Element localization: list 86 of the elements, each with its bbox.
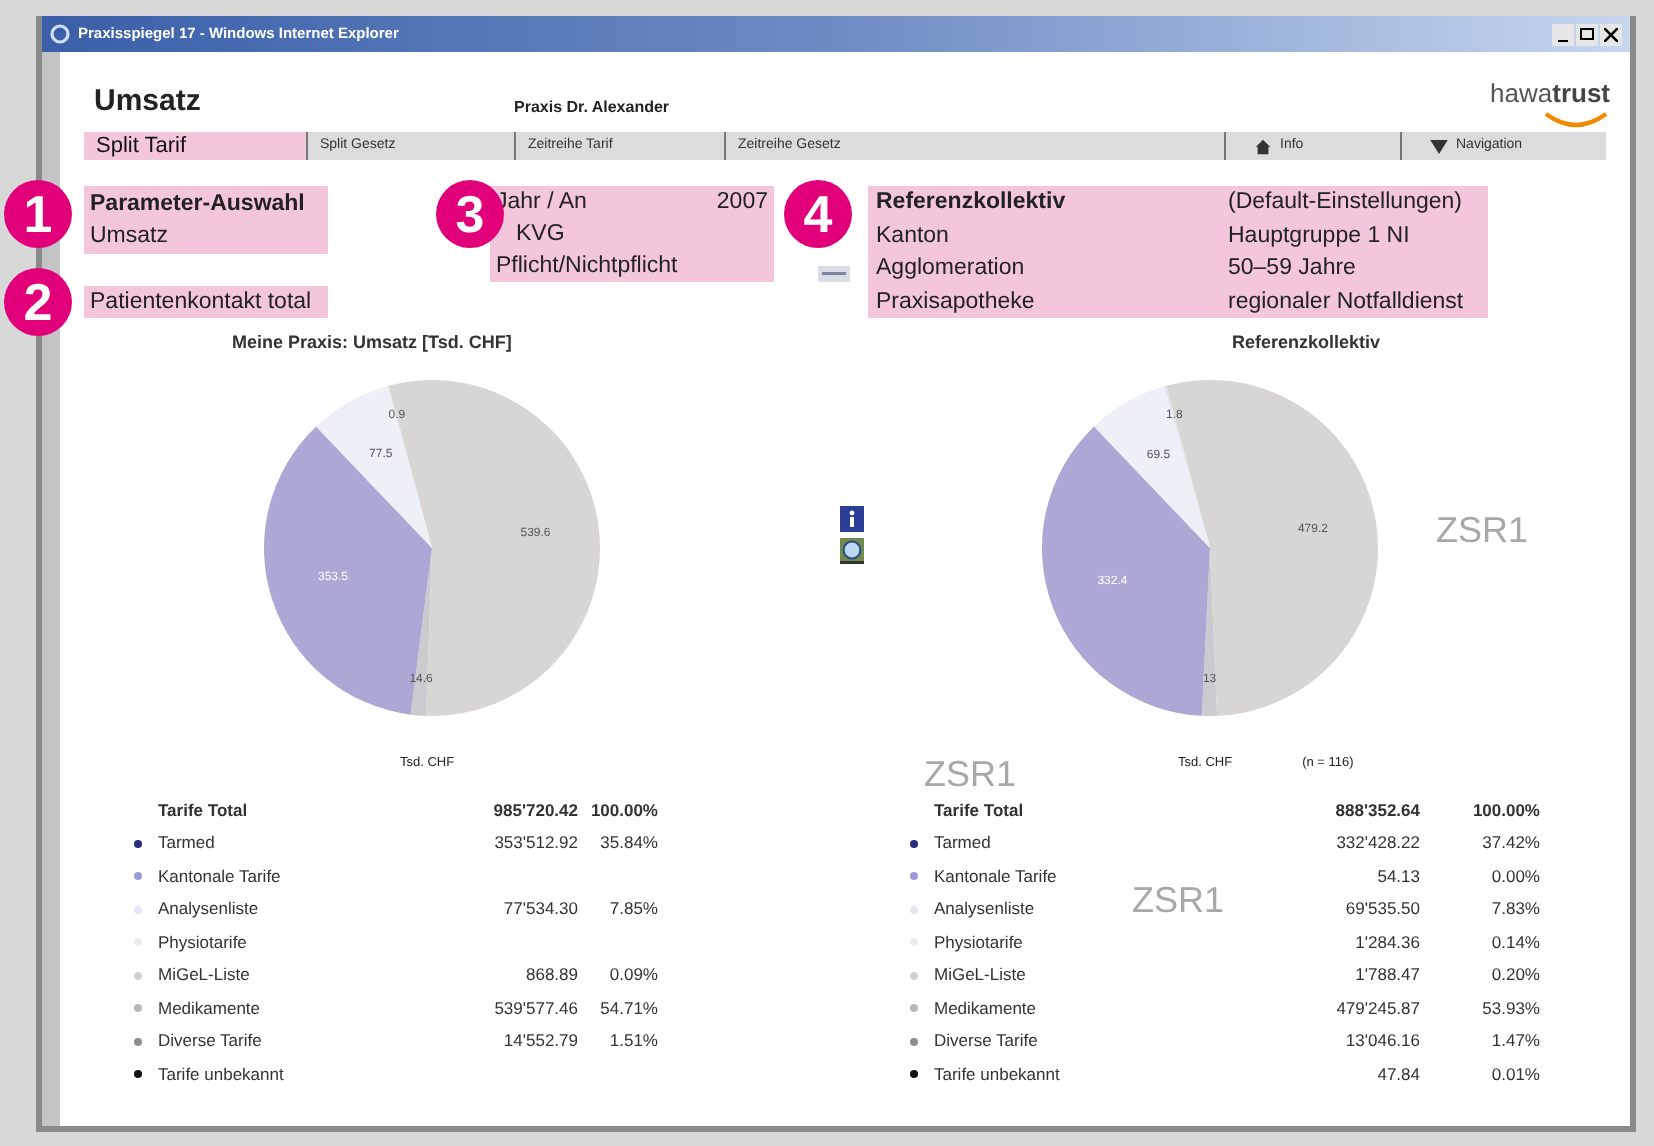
tab[interactable]: Split Tarif bbox=[84, 132, 306, 160]
year-value: 2007 bbox=[716, 188, 768, 218]
number-badge: 2 bbox=[4, 268, 72, 336]
table-cell-text: 47.84 bbox=[1375, 1061, 1420, 1088]
table-cell-text: 54.71% bbox=[598, 995, 658, 1022]
table-cell-text: 868.89 bbox=[524, 962, 578, 989]
table-cell-text: Medikamente bbox=[158, 995, 261, 1022]
table-cell-text: Tarmed bbox=[934, 830, 991, 857]
duty-value: Pflicht/Nichtpflicht bbox=[496, 252, 680, 282]
home-icon bbox=[1254, 137, 1272, 155]
minimize-button[interactable] bbox=[1552, 23, 1574, 45]
table-cell-text: Tarife unbekannt bbox=[158, 1061, 284, 1088]
table-cell-text: Tarmed bbox=[158, 830, 215, 857]
table-cell-text: 35.84% bbox=[598, 830, 658, 857]
table-cell-text: Analysenliste bbox=[934, 896, 1035, 923]
table-cell-text: 1'284.36 bbox=[1353, 929, 1420, 956]
minimize-icon bbox=[1558, 39, 1568, 41]
table-cell-text: Kantonale Tarife bbox=[934, 863, 1057, 890]
caret-icon bbox=[1430, 139, 1448, 153]
table-cell-text: 37.42% bbox=[1480, 830, 1540, 857]
table-cell-text: 69'535.50 bbox=[1343, 896, 1420, 923]
table-cell-text: 7.85% bbox=[607, 896, 658, 923]
close-button[interactable] bbox=[1600, 23, 1622, 45]
table-cell-text: 0.14% bbox=[1489, 929, 1540, 956]
number-badge: 1 bbox=[4, 180, 72, 248]
table-cell-text: Analysenliste bbox=[158, 896, 259, 923]
parameter-label: Parameter-Auswahl bbox=[90, 190, 307, 220]
reference-value: 50–59 Jahre bbox=[1228, 254, 1358, 284]
parameter-value: Umsatz bbox=[90, 222, 170, 252]
logo: hawatrust bbox=[1490, 73, 1610, 128]
table-cell-text: 332'428.22 bbox=[1334, 830, 1420, 857]
practice-name: Praxis Dr. Alexander bbox=[514, 96, 670, 120]
law-value: KVG bbox=[514, 220, 567, 250]
reference-value: (Default-Einstellungen) bbox=[1228, 188, 1464, 218]
table-cell-text: 100.00% bbox=[588, 797, 658, 824]
close-icon bbox=[1604, 27, 1618, 41]
chart-title: Meine Praxis: Umsatz [Tsd. CHF] bbox=[230, 330, 514, 354]
table-cell-text: 1.51% bbox=[607, 1028, 658, 1055]
table-cell-text: 100.00% bbox=[1470, 797, 1540, 824]
browser-icon bbox=[50, 24, 70, 44]
reference-value: Hauptgruppe 1 NI bbox=[1228, 221, 1412, 251]
maximize-icon bbox=[1580, 28, 1594, 40]
table-cell-text: 0.20% bbox=[1489, 962, 1540, 989]
contact-label: Patientenkontakt total bbox=[90, 290, 312, 314]
table-cell-text: 539'577.46 bbox=[492, 995, 578, 1022]
table-cell-text: Physiotarife bbox=[934, 929, 1023, 956]
table-cell-text: 13'046.16 bbox=[1343, 1028, 1420, 1055]
reference-label: Kanton bbox=[876, 221, 951, 251]
zsr-label: ZSR1 bbox=[924, 756, 1017, 792]
table-cell-text: 7.83% bbox=[1489, 896, 1540, 923]
table-cell-text: 77'534.30 bbox=[501, 896, 578, 923]
zsr-label: ZSR1 bbox=[1436, 512, 1529, 548]
maximize-button[interactable] bbox=[1576, 23, 1598, 45]
table-cell-text: 14'552.79 bbox=[501, 1028, 578, 1055]
table-cell-text: MiGeL-Liste bbox=[934, 962, 1026, 989]
table-cell-text: 888'352.64 bbox=[1333, 797, 1420, 824]
table-cell-text: 0.09% bbox=[607, 962, 658, 989]
table-cell-text: Tarife Total bbox=[934, 797, 1026, 824]
globe-icon bbox=[840, 538, 864, 564]
table-cell-text: Diverse Tarife bbox=[934, 1028, 1038, 1055]
reference-label: Agglomeration bbox=[876, 254, 1027, 284]
table-cell-text: MiGeL-Liste bbox=[158, 962, 250, 989]
table-cell-text: Tarife Total bbox=[158, 797, 250, 824]
table-cell-text: Medikamente bbox=[934, 995, 1037, 1022]
reference-label: Praxisapotheke bbox=[876, 287, 1037, 317]
smile-icon bbox=[1542, 112, 1610, 128]
table-cell-text: 54.13 bbox=[1375, 863, 1420, 890]
info-icon bbox=[840, 506, 864, 532]
table-cell-text: 479'245.87 bbox=[1334, 995, 1420, 1022]
page-title: Umsatz bbox=[94, 81, 203, 121]
table-cell-text: Physiotarife bbox=[158, 929, 247, 956]
document-icon bbox=[818, 266, 850, 282]
table-cell-text: 53.93% bbox=[1480, 995, 1540, 1022]
table-cell-text: 1.47% bbox=[1489, 1028, 1540, 1055]
table-cell-text: Tarife unbekannt bbox=[934, 1061, 1060, 1088]
table-cell-text: 1'788.47 bbox=[1353, 962, 1420, 989]
table-cell-text: 353'512.92 bbox=[492, 830, 578, 857]
table-cell-text: 985'720.42 bbox=[491, 797, 578, 824]
table-cell-text: Kantonale Tarife bbox=[158, 863, 281, 890]
chart-title: Referenzkollektiv bbox=[1230, 330, 1383, 354]
reference-title: Referenzkollektiv bbox=[876, 188, 1068, 218]
table-cell-text: 0.01% bbox=[1489, 1061, 1540, 1088]
reference-value: regionaler Notfalldienst bbox=[1228, 287, 1466, 317]
table-cell-text: 0.00% bbox=[1489, 863, 1540, 890]
zsr-label: ZSR1 bbox=[1132, 882, 1225, 918]
table-cell-text: Diverse Tarife bbox=[158, 1028, 262, 1055]
